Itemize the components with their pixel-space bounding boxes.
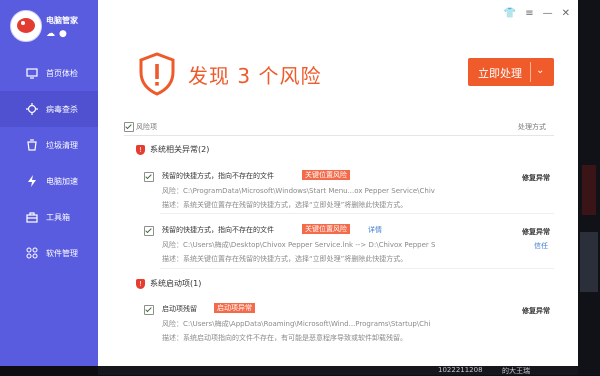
shirt-skin-icon[interactable]: 👕 [504,8,516,19]
item-checkbox[interactable] [144,172,154,182]
item-checkbox[interactable] [144,305,154,315]
item-checkbox[interactable] [144,226,154,236]
item-risk-path: 风险：C:\ProgramData\Microsoft\Windows\Star… [162,187,435,195]
sidebar-item-virus-scan[interactable]: 病毒查杀 [0,91,98,127]
speedup-icon [28,175,36,187]
sidebar-item-home-check[interactable]: 首页体检 [0,55,98,91]
minimize-icon[interactable]: — [543,8,553,19]
repair-button[interactable]: 修复异常 [522,306,550,316]
divider [160,268,554,269]
sidebar-item-label: 首页体检 [46,69,78,78]
item-risk-path: 风险：C:\Users\梅成\Desktop\Chivox Pepper Ser… [162,241,436,249]
select-all-checkbox[interactable] [124,122,134,132]
group-header[interactable]: ! 系统相关异常(2) [136,144,209,155]
item-description: 描述：系统关键位置存在残留的快捷方式，选择“立即处理”将删除此快捷方式。 [162,255,408,263]
item-title: 残留的快捷方式，指向不存在的文件 [162,226,274,234]
sidebar-item-label: 病毒查杀 [46,105,78,114]
brand-icons: ☁ ● [46,29,71,39]
column-action: 处理方式 [518,123,546,131]
desktop-thumbnail [580,232,598,292]
chevron-down-icon[interactable]: ⌄ [536,65,544,76]
menu-icon[interactable]: ≡ [525,8,533,19]
software-icon [26,247,38,259]
warning-icon: ! [136,278,145,289]
desktop-right-strip [578,0,600,375]
sidebar-item-speedup[interactable]: 电脑加速 [0,163,98,199]
cloud-icon[interactable]: ☁ [46,29,55,39]
risk-tag: 关键位置风险 [302,170,350,180]
sidebar-item-label: 垃圾清理 [46,141,78,150]
home-check-icon [26,68,38,79]
group-title: 系统启动项(1) [150,279,202,288]
sidebar-item-label: 软件管理 [46,249,78,258]
toolbox-icon [26,212,38,223]
sidebar-item-label: 电脑加速 [46,177,78,186]
item-title: 启动项残留 [162,305,197,313]
repair-button[interactable]: 修复异常 [522,173,550,183]
repair-button[interactable]: 修复异常 [522,227,550,237]
sidebar-item-cleanup[interactable]: 垃圾清理 [0,127,98,163]
detail-link[interactable]: 详情 [368,225,382,235]
cleanup-icon [27,139,37,151]
chat-icon[interactable]: ● [59,29,67,39]
risk-list-header: 风险项 处理方式 [124,121,554,133]
trust-link[interactable]: 信任 [534,241,548,251]
fix-now-button[interactable]: 立即处理 ⌄ [468,58,554,86]
risk-headline: 发现 3 个风险 [188,64,322,88]
fix-now-label: 立即处理 [478,67,522,80]
sidebar-item-toolbox[interactable]: 工具箱 [0,199,98,235]
risk-item: 残留的快捷方式，指向不存在的文件 关键位置风险 详情 风险：C:\Users\梅… [144,224,554,272]
risk-item: 启动项残留 启动项异常 风险：C:\Users\梅成\AppData\Roami… [144,303,554,351]
divider [124,135,554,136]
window-controls: 👕 ≡ — ✕ [495,8,570,19]
risk-tag: 启动项异常 [214,303,255,313]
item-description: 描述：系统启动项指向的文件不存在，有可能是恶意程序导致或软件卸载残留。 [162,334,407,342]
sidebar-item-label: 工具箱 [46,213,70,222]
sidebar: 电脑管家 ☁ ● 首页体检 病毒查杀 垃圾清理 电脑加速 工具箱 软件管理 [0,0,98,366]
virus-scan-icon [26,103,38,115]
pc-manager-window: 电脑管家 ☁ ● 首页体检 病毒查杀 垃圾清理 电脑加速 工具箱 软件管理 👕 … [0,0,578,366]
close-icon[interactable]: ✕ [562,8,570,19]
item-risk-path: 风险：C:\Users\梅成\AppData\Roaming\Microsoft… [162,320,431,328]
warning-shield-icon [139,52,175,96]
avatar[interactable] [10,10,42,42]
item-description: 描述：系统关键位置存在残留的快捷方式，选择“立即处理”将删除此快捷方式。 [162,201,408,209]
desktop-bottom-strip: 1022211208 的大王瑞 [98,366,578,375]
column-risk-item: 风险项 [136,123,157,131]
desktop-bottom-text: 1022211208 [438,366,483,374]
desktop-thumbnail [582,165,596,215]
brand-name: 电脑管家 [46,16,78,25]
risk-tag: 关键位置风险 [302,224,350,234]
risk-item: 残留的快捷方式，指向不存在的文件 关键位置风险 风险：C:\ProgramDat… [144,170,554,218]
divider [160,213,554,214]
warning-icon: ! [136,144,145,155]
button-divider [530,62,531,82]
brand-area: 电脑管家 ☁ ● [0,0,98,52]
sidebar-item-software[interactable]: 软件管理 [0,235,98,271]
group-title: 系统相关异常(2) [150,145,210,154]
item-title: 残留的快捷方式，指向不存在的文件 [162,172,274,180]
group-header[interactable]: ! 系统启动项(1) [136,278,201,289]
